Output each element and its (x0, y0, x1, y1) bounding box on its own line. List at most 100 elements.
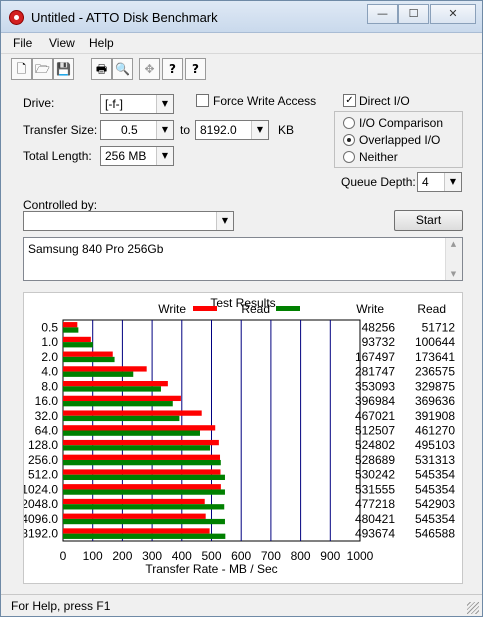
scroll-down-icon[interactable]: ▼ (446, 270, 461, 278)
bar-read (63, 504, 225, 510)
write-value: 467021 (355, 409, 395, 423)
help-icon[interactable]: ? (162, 58, 183, 80)
read-value: 546588 (415, 527, 455, 541)
status-text: For Help, press F1 (11, 599, 111, 613)
close-button[interactable]: ✕ (430, 4, 476, 24)
read-value: 173641 (415, 350, 455, 364)
y-tick-label: 256.0 (28, 453, 58, 467)
read-value: 545354 (415, 468, 455, 482)
test-results-panel: Test Results Write Read Write Read 0 100 200 300… (23, 292, 463, 584)
menu-file[interactable]: File (13, 36, 32, 50)
direct-io-label[interactable]: Direct I/O (359, 94, 410, 108)
write-value: 353093 (355, 379, 395, 393)
menu-help[interactable]: Help (89, 36, 114, 50)
controlled-by-select[interactable]: ▼ (23, 211, 234, 231)
x-tick-label: 300 (142, 549, 162, 563)
chevron-down-icon[interactable]: ▼ (216, 212, 233, 230)
bar-write (63, 498, 205, 505)
x-tick-label: 1000 (347, 549, 374, 563)
y-tick-label: 4.0 (41, 365, 58, 379)
write-value: 480421 (355, 512, 395, 526)
io-comparison-radio[interactable] (343, 117, 355, 129)
bar-write (63, 366, 147, 372)
y-tick-label: 512.0 (28, 468, 58, 482)
write-value: 530242 (355, 468, 395, 482)
write-value: 281747 (355, 365, 395, 379)
neither-radio[interactable] (343, 151, 355, 163)
bar-write (63, 513, 206, 519)
open-folder-icon[interactable]: 🗁 (32, 58, 53, 80)
legend-write-label: Write (158, 302, 186, 316)
bar-write (63, 395, 181, 402)
to-label: to (180, 123, 191, 137)
transfer-size-to-select[interactable]: 8192.0 ▼ (195, 120, 269, 140)
bar-read (63, 371, 134, 377)
total-length-label: Total Length: (23, 149, 92, 163)
y-tick-label: 1.0 (41, 335, 58, 349)
overlapped-io-label[interactable]: Overlapped I/O (359, 133, 440, 147)
move-icon[interactable]: ✥ (139, 58, 160, 80)
write-value: 93732 (362, 335, 396, 349)
bar-read (63, 415, 180, 422)
y-tick-label: 4096.0 (24, 512, 58, 526)
bar-write (63, 410, 202, 416)
bar-write (63, 380, 168, 387)
neither-label[interactable]: Neither (359, 150, 398, 164)
total-length-select[interactable]: 256 MB ▼ (100, 146, 174, 166)
start-button[interactable]: Start (394, 210, 463, 231)
y-tick-label: 64.0 (35, 424, 59, 438)
bar-read (63, 533, 226, 539)
print-icon[interactable]: 🖶 (91, 58, 112, 80)
bar-read (63, 489, 225, 495)
x-tick-label: 200 (112, 549, 132, 563)
minimize-button[interactable]: — (367, 4, 398, 24)
chevron-down-icon[interactable]: ▼ (156, 95, 173, 113)
x-tick-label: 500 (201, 549, 221, 563)
y-tick-label: 32.0 (35, 409, 59, 423)
chevron-down-icon[interactable]: ▼ (156, 147, 173, 165)
direct-io-checkbox[interactable]: ✓ (343, 94, 356, 107)
read-value: 329875 (415, 379, 455, 393)
io-comparison-label[interactable]: I/O Comparison (359, 116, 443, 130)
y-tick-label: 2048.0 (24, 497, 58, 511)
y-tick-label: 0.5 (41, 320, 58, 334)
force-write-access-label[interactable]: Force Write Access (213, 94, 316, 108)
total-length-value: 256 MB (105, 149, 147, 163)
resize-grip-icon[interactable] (467, 602, 479, 614)
force-write-access-checkbox[interactable] (196, 94, 209, 107)
status-bar: For Help, press F1 (1, 594, 482, 616)
read-value: 51712 (422, 320, 456, 334)
bar-read (63, 459, 221, 466)
transfer-size-from-select[interactable]: 0.5 ▼ (100, 120, 174, 140)
write-value: 48256 (362, 320, 396, 334)
menu-view[interactable]: View (49, 36, 75, 50)
y-tick-label: 2.0 (41, 350, 58, 364)
x-tick-label: 600 (231, 549, 251, 563)
description-field[interactable]: Samsung 840 Pro 256Gb ▲ ▼ (23, 237, 463, 281)
save-icon[interactable]: 💾 (53, 58, 74, 80)
write-value: 167497 (355, 350, 395, 364)
maximize-button[interactable]: ☐ (398, 4, 429, 24)
drive-select[interactable]: [-f-] ▼ (100, 94, 174, 114)
new-file-icon[interactable]: 🗋 (11, 58, 32, 80)
context-help-icon[interactable]: ? (185, 58, 206, 80)
chevron-down-icon[interactable]: ▼ (251, 121, 268, 139)
write-value: 528689 (355, 453, 395, 467)
queue-depth-select[interactable]: 4 ▼ (417, 172, 462, 192)
chevron-down-icon[interactable]: ▼ (444, 173, 461, 191)
write-value: 531555 (355, 482, 395, 496)
legend-write-swatch (193, 306, 217, 311)
column-header-write: Write (356, 302, 384, 316)
chevron-down-icon[interactable]: ▼ (156, 121, 173, 139)
print-preview-icon[interactable]: 🔍 (112, 58, 133, 80)
read-value: 545354 (415, 512, 455, 526)
description-scrollbar[interactable]: ▲ ▼ (445, 238, 462, 280)
overlapped-io-radio[interactable] (343, 134, 355, 146)
scroll-up-icon[interactable]: ▲ (446, 240, 461, 248)
x-tick-label: 800 (291, 549, 311, 563)
title-bar[interactable]: Untitled - ATTO Disk Benchmark — ☐ ✕ (1, 1, 482, 33)
description-text: Samsung 840 Pro 256Gb (28, 242, 164, 256)
column-header-read: Read (417, 302, 446, 316)
bar-write (63, 425, 216, 431)
x-axis-label: Transfer Rate - MB / Sec (145, 562, 277, 576)
